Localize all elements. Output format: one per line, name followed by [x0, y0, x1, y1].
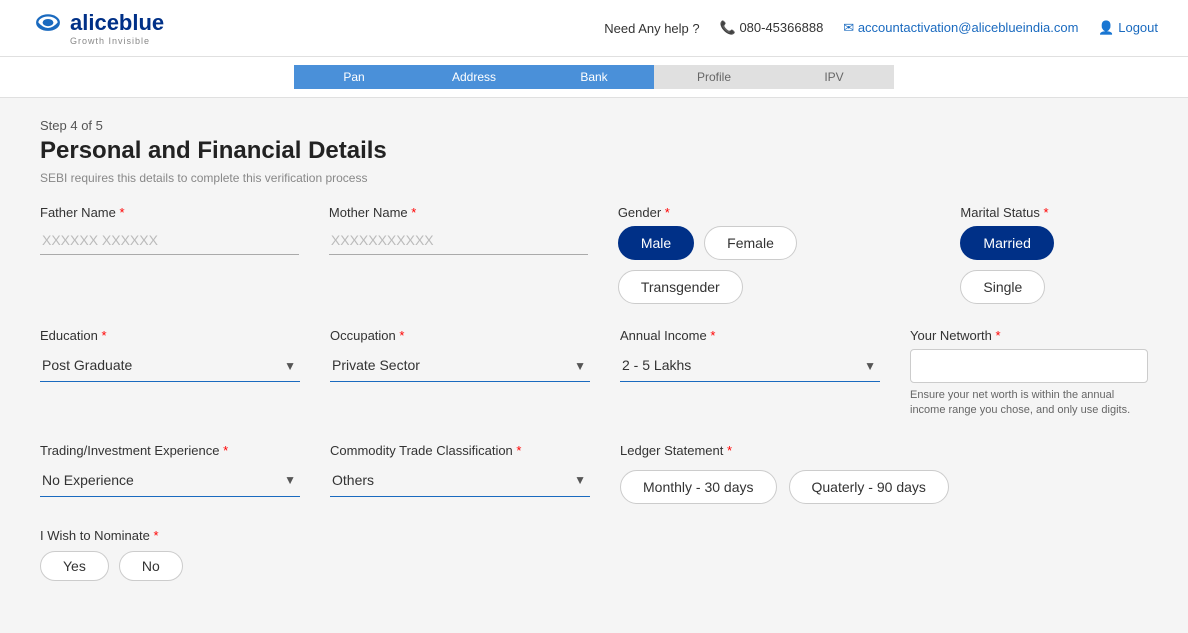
networth-input[interactable]: 450000: [910, 349, 1148, 383]
step-bank[interactable]: Bank: [534, 65, 654, 89]
main-content: Step 4 of 5 Personal and Financial Detai…: [0, 98, 1188, 611]
father-name-label: Father Name *: [40, 205, 299, 220]
row-1: Father Name * Mother Name * Gender * Mal…: [40, 205, 1148, 304]
aliceblue-logo-icon: [30, 10, 66, 46]
annual-income-select-wrapper: 2 - 5 Lakhs Below 1 Lakh 1 - 2 Lakhs 5 -…: [620, 349, 880, 382]
commodity-group: Commodity Trade Classification * Others …: [330, 443, 590, 497]
father-name-group: Father Name *: [40, 205, 299, 255]
phone-number: 📞 080-45366888: [720, 20, 824, 36]
step-address[interactable]: Address: [414, 65, 534, 89]
logo-area: aliceblue Growth Invisible: [30, 10, 164, 46]
nominate-toggle-group: Yes No: [40, 551, 1148, 581]
gender-group: Gender * Male Female Transgender: [618, 205, 931, 304]
marital-single-button[interactable]: Single: [960, 270, 1045, 304]
nominate-label: I Wish to Nominate *: [40, 528, 1148, 543]
marital-toggle-group: Married Single: [960, 226, 1148, 304]
networth-group: Your Networth * 450000 Ensure your net w…: [910, 328, 1148, 419]
annual-income-select[interactable]: 2 - 5 Lakhs Below 1 Lakh 1 - 2 Lakhs 5 -…: [620, 349, 880, 382]
page-title: Personal and Financial Details: [40, 137, 1148, 165]
nominate-no-button[interactable]: No: [119, 551, 183, 581]
gender-toggle-group: Male Female Transgender: [618, 226, 931, 304]
logo-tagline: Growth Invisible: [70, 36, 164, 46]
step-pan[interactable]: Pan: [294, 65, 414, 89]
occupation-group: Occupation * Private Sector Government B…: [330, 328, 590, 382]
education-group: Education * Post Graduate Graduate Under…: [40, 328, 300, 382]
occupation-select-wrapper: Private Sector Government Business Self …: [330, 349, 590, 382]
marital-group: Marital Status * Married Single: [960, 205, 1148, 304]
networth-hint: Ensure your net worth is within the annu…: [910, 388, 1148, 419]
gender-male-button[interactable]: Male: [618, 226, 694, 260]
gender-female-button[interactable]: Female: [704, 226, 797, 260]
marital-married-button[interactable]: Married: [960, 226, 1053, 260]
commodity-select[interactable]: Others Hedger Speculator Arbitrageur: [330, 464, 590, 497]
annual-income-group: Annual Income * 2 - 5 Lakhs Below 1 Lakh…: [620, 328, 880, 382]
gender-transgender-button[interactable]: Transgender: [618, 270, 743, 304]
occupation-select[interactable]: Private Sector Government Business Self …: [330, 349, 590, 382]
progress-steps: Pan Address Bank Profile IPV: [294, 65, 894, 89]
trading-exp-label: Trading/Investment Experience *: [40, 443, 300, 458]
networth-label: Your Networth *: [910, 328, 1148, 343]
ledger-group: Ledger Statement * Monthly - 30 days Qua…: [620, 443, 949, 504]
trading-exp-group: Trading/Investment Experience * No Exper…: [40, 443, 300, 497]
mother-name-label: Mother Name *: [329, 205, 588, 220]
header-right: Need Any help ? 📞 080-45366888 ✉ account…: [604, 20, 1158, 36]
row-3: Trading/Investment Experience * No Exper…: [40, 443, 1148, 504]
logo-text: aliceblue: [70, 10, 164, 36]
step-label: Step 4 of 5: [40, 118, 1148, 133]
header: aliceblue Growth Invisible Need Any help…: [0, 0, 1188, 57]
trading-exp-select-wrapper: No Experience 1-2 Years 3-5 Years 5+ Yea…: [40, 464, 300, 497]
education-select-wrapper: Post Graduate Graduate Under Graduate Hi…: [40, 349, 300, 382]
father-name-input[interactable]: [40, 226, 299, 255]
mother-name-input[interactable]: [329, 226, 588, 255]
commodity-select-wrapper: Others Hedger Speculator Arbitrageur ▼: [330, 464, 590, 497]
email-icon: ✉: [843, 20, 858, 35]
mother-name-group: Mother Name *: [329, 205, 588, 255]
occupation-label: Occupation *: [330, 328, 590, 343]
email-address: ✉ accountactivation@aliceblueindia.com: [843, 20, 1078, 36]
nominate-row: I Wish to Nominate * Yes No: [40, 528, 1148, 581]
logout-button[interactable]: 👤 Logout: [1098, 20, 1158, 36]
ledger-toggle-group: Monthly - 30 days Quaterly - 90 days: [620, 470, 949, 504]
step-profile[interactable]: Profile: [654, 65, 774, 89]
marital-label: Marital Status *: [960, 205, 1148, 220]
step-ipv[interactable]: IPV: [774, 65, 894, 89]
gender-label: Gender *: [618, 205, 931, 220]
sebi-note: SEBI requires this details to complete t…: [40, 171, 1148, 185]
row-2: Education * Post Graduate Graduate Under…: [40, 328, 1148, 419]
ledger-monthly-button[interactable]: Monthly - 30 days: [620, 470, 777, 504]
ledger-label: Ledger Statement *: [620, 443, 949, 458]
help-text: Need Any help ?: [604, 21, 699, 36]
commodity-label: Commodity Trade Classification *: [330, 443, 590, 458]
education-label: Education *: [40, 328, 300, 343]
trading-exp-select[interactable]: No Experience 1-2 Years 3-5 Years 5+ Yea…: [40, 464, 300, 497]
ledger-quarterly-button[interactable]: Quaterly - 90 days: [789, 470, 949, 504]
annual-income-label: Annual Income *: [620, 328, 880, 343]
education-select[interactable]: Post Graduate Graduate Under Graduate Hi…: [40, 349, 300, 382]
nominate-yes-button[interactable]: Yes: [40, 551, 109, 581]
user-icon: 👤: [1098, 20, 1118, 35]
progress-bar: Pan Address Bank Profile IPV: [0, 57, 1188, 98]
phone-icon: 📞: [720, 20, 740, 35]
